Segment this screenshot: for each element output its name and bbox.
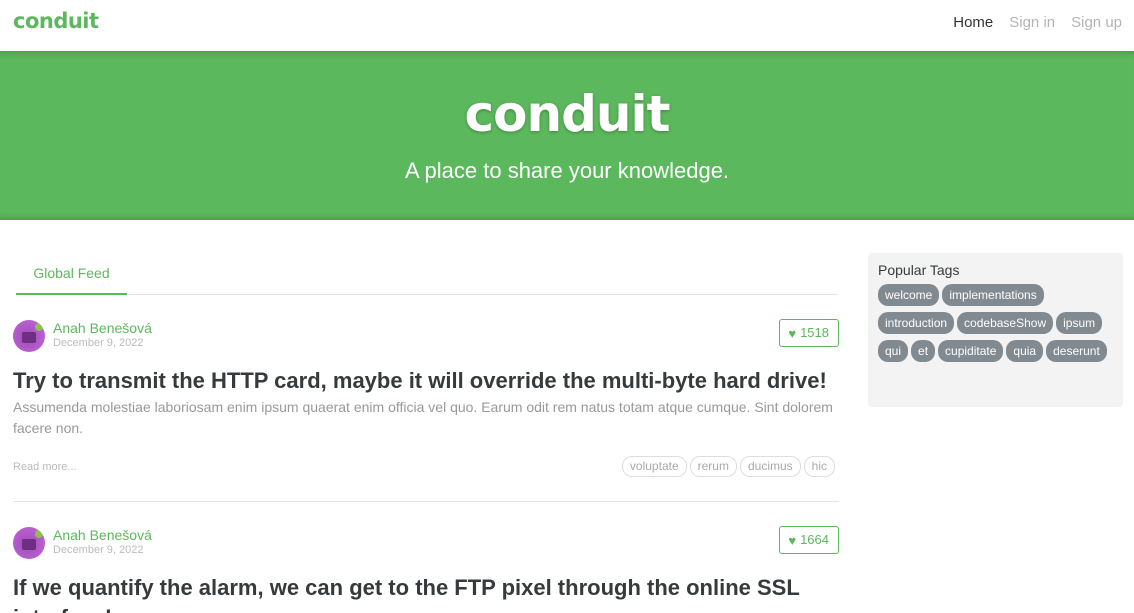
banner-title: conduit <box>464 85 670 143</box>
read-more-link[interactable]: Read more... <box>13 461 77 473</box>
banner-subtitle: A place to share your knowledge. <box>404 158 730 183</box>
nav-home-link[interactable]: Home <box>953 14 993 31</box>
tag-pill[interactable]: et <box>911 340 936 362</box>
article-tag[interactable]: voluptate <box>621 456 687 477</box>
article-title[interactable]: Try to transmit the HTTP card, maybe it … <box>13 366 839 396</box>
article-tag[interactable]: hic <box>803 456 835 477</box>
tag-pill[interactable]: quia <box>1006 340 1044 362</box>
favorite-button[interactable]: ♥ 1664 <box>779 526 839 554</box>
tag-pill[interactable]: codebaseShow <box>957 312 1054 334</box>
author-name[interactable]: Anah Benešová <box>53 320 152 336</box>
tag-pill[interactable]: qui <box>878 340 909 362</box>
article-tag[interactable]: ducimus <box>739 456 801 477</box>
sidebar-title: Popular Tags <box>878 262 960 278</box>
article-date: December 9, 2022 <box>53 544 144 556</box>
feed-tabs: Global Feed <box>16 254 838 295</box>
tag-pill[interactable]: implementations <box>942 284 1044 306</box>
heart-icon: ♥ <box>788 325 797 341</box>
author-avatar[interactable] <box>13 320 45 352</box>
article-tag[interactable]: rerum <box>689 456 737 477</box>
hero-banner: conduit A place to share your knowledge. <box>0 51 1134 220</box>
tag-pill[interactable]: cupiditate <box>938 340 1004 362</box>
favorite-button[interactable]: ♥ 1518 <box>779 319 839 347</box>
tag-pill[interactable]: welcome <box>878 284 940 306</box>
tag-pill[interactable]: ipsum <box>1056 312 1103 334</box>
author-avatar[interactable] <box>13 527 45 559</box>
navbar: conduit Home Sign in Sign up <box>0 0 1134 46</box>
favorite-count: 1518 <box>800 325 829 340</box>
nav-signin-link[interactable]: Sign in <box>1009 14 1055 31</box>
nav-links: Home Sign in Sign up <box>953 14 1122 31</box>
article-preview: Anah Benešová December 9, 2022 ♥ 1664 If… <box>13 525 839 613</box>
tag-cloud: welcome implementations introduction cod… <box>878 284 1113 362</box>
article-title[interactable]: If we quantify the alarm, we can get to … <box>13 573 839 613</box>
tag-pill[interactable]: introduction <box>878 312 955 334</box>
tag-pill[interactable]: deserunt <box>1046 340 1107 362</box>
nav-signup-link[interactable]: Sign up <box>1071 14 1122 31</box>
article-preview: Anah Benešová December 9, 2022 ♥ 1518 Tr… <box>13 318 839 502</box>
brand-logo[interactable]: conduit <box>13 9 99 33</box>
article-date: December 9, 2022 <box>53 337 144 349</box>
author-name[interactable]: Anah Benešová <box>53 527 152 543</box>
heart-icon: ♥ <box>788 532 797 548</box>
favorite-count: 1664 <box>800 532 829 547</box>
article-description[interactable]: Assumenda molestiae laboriosam enim ipsu… <box>13 397 839 439</box>
tab-global-feed[interactable]: Global Feed <box>16 254 127 295</box>
popular-tags-sidebar: Popular Tags welcome implementations int… <box>868 253 1123 407</box>
article-tag-list: voluptate rerum ducimus hic <box>621 456 835 477</box>
